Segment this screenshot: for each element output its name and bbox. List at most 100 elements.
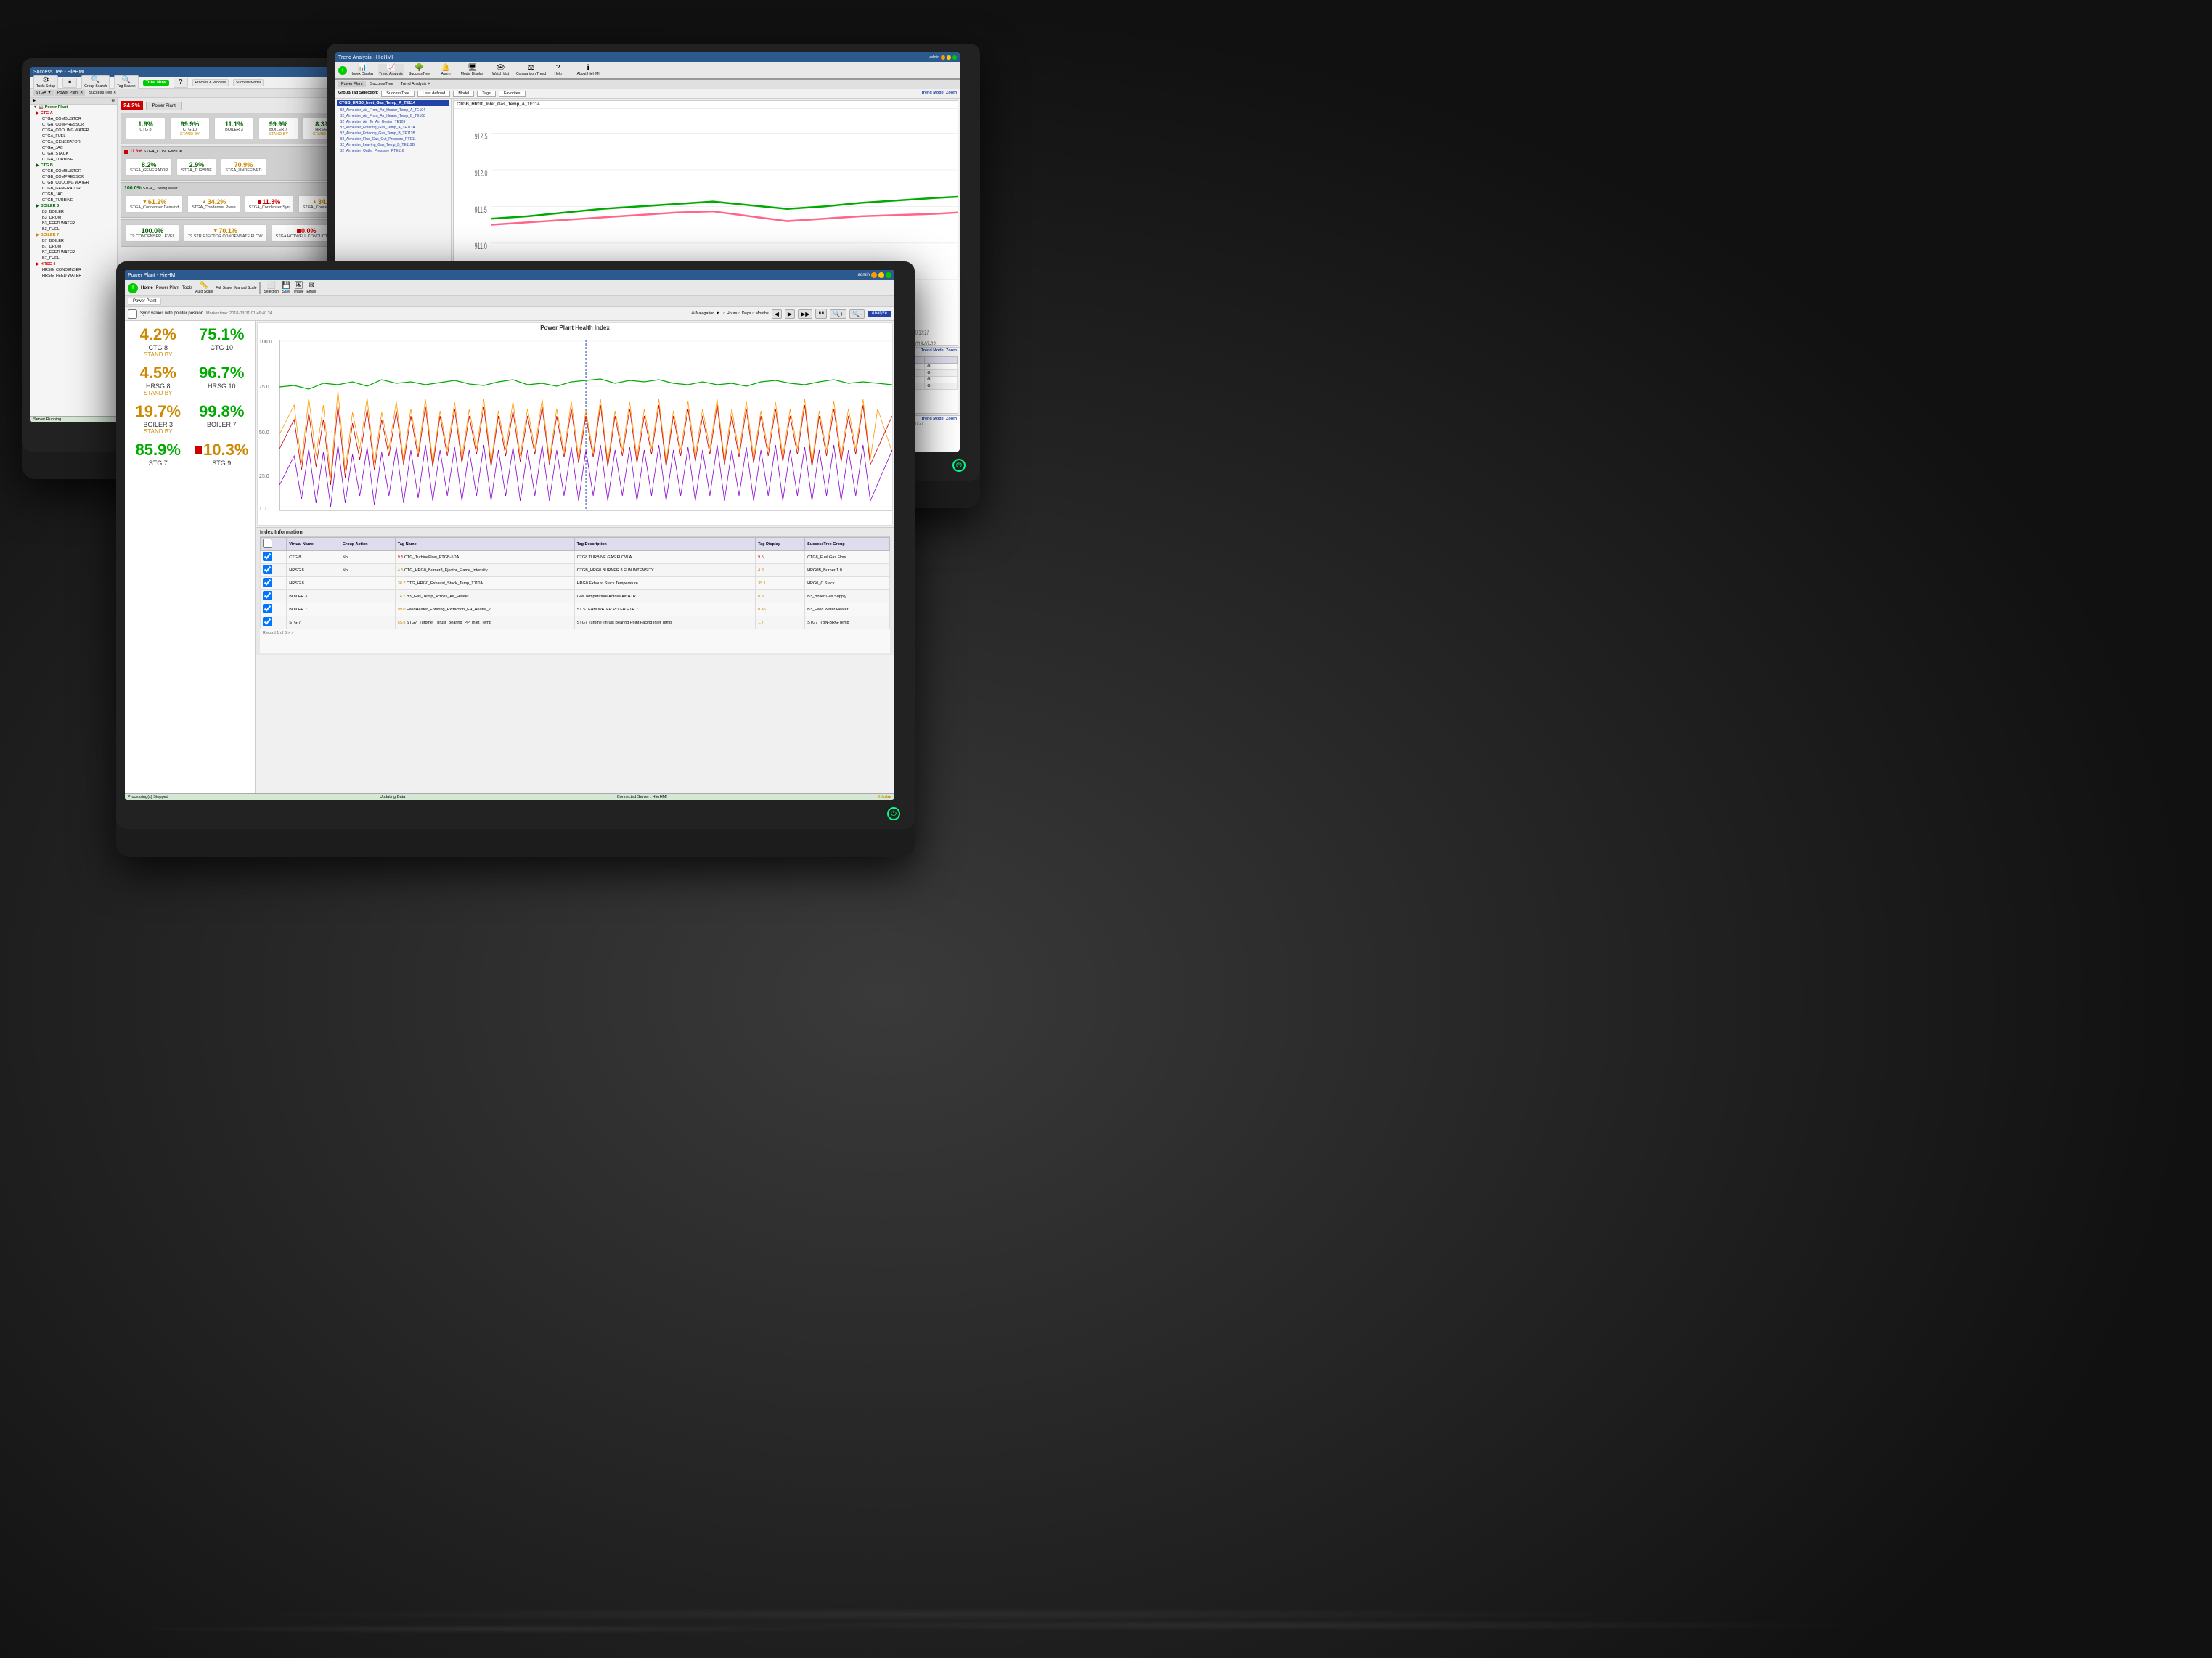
tree-ctgb-compressor[interactable]: CTGB_COMPRESSOR: [30, 174, 117, 180]
tools-nav[interactable]: Tools: [182, 286, 192, 290]
tree-b3-drum[interactable]: B3_DRUM: [30, 215, 117, 221]
user-defined-tab[interactable]: User defined: [417, 91, 450, 97]
tree-ctgb-turbine[interactable]: CTGB_TURBINE: [30, 197, 117, 203]
tab-power-plant[interactable]: Power Plant ✕: [55, 90, 86, 96]
tab-about[interactable]: ℹ About HieHMI: [570, 64, 606, 76]
nav-next[interactable]: ▶: [785, 309, 795, 319]
row2-check[interactable]: [263, 565, 272, 574]
power-plant-nav[interactable]: Power Plant: [156, 286, 179, 290]
favorites-tab[interactable]: Favorites: [499, 91, 526, 97]
row5-check[interactable]: [263, 604, 272, 613]
manual-scale-btn[interactable]: Manual Scale: [234, 286, 256, 290]
tree-hrsg4[interactable]: ▶ HRSG 4: [30, 261, 117, 267]
tree-hrsg-cond[interactable]: HRSG_CONDENSER: [30, 267, 117, 273]
nav-prev[interactable]: ◀: [772, 309, 782, 319]
tree-ctg-jac[interactable]: CTGA_JAC: [30, 145, 117, 151]
nav-play[interactable]: ▶▶: [798, 309, 812, 319]
tab-alarm[interactable]: 🔔 Alarm: [435, 64, 457, 76]
tab-power-plant-3[interactable]: Power Plant: [128, 298, 161, 305]
tree-ctg-cooling[interactable]: CTGA_COOLING WATER: [30, 128, 117, 134]
th-select-all[interactable]: [261, 538, 287, 551]
tree-b7-drum[interactable]: B7_DRUM: [30, 244, 117, 250]
row6-check[interactable]: [263, 617, 272, 626]
image-btn[interactable]: 🖼 Image: [294, 282, 304, 294]
nav-zoom-in[interactable]: 🔍+: [830, 309, 846, 319]
tree-b3-fuel[interactable]: B3_FUEL: [30, 226, 117, 232]
hrsg8-main-val: 4.5%: [129, 364, 187, 383]
tab-successtree[interactable]: SuccessTree ✕: [86, 90, 118, 96]
tree-boiler3[interactable]: ▶ BOILER 3: [30, 203, 117, 209]
model-tab[interactable]: Model: [453, 91, 474, 97]
chart-panel: Power Plant Health Index 100.0 75.0 50.0…: [256, 321, 894, 793]
tag-item-5[interactable]: B2_Airheater_Entering_Gas_Temp_B_TE111B: [337, 131, 449, 136]
tree-b7-feed[interactable]: B7_FEED WATER: [30, 250, 117, 256]
tree-boiler7[interactable]: ▶ BOILER 7: [30, 232, 117, 238]
tab-index-display[interactable]: 📊 Index Display: [350, 64, 375, 76]
full-scale-btn[interactable]: Full Scale: [216, 286, 232, 290]
toolbar-divider: [259, 282, 261, 294]
svg-text:75.0: 75.0: [259, 385, 269, 390]
tab-watch-list[interactable]: 👁 Watch List: [488, 64, 513, 76]
tree-ctg-turbine[interactable]: CTGA_TURBINE: [30, 157, 117, 163]
row1-check[interactable]: [263, 552, 272, 561]
tree-ctg-fuel[interactable]: CTGA_FUEL: [30, 134, 117, 139]
tree-b3-feed[interactable]: B3_FEED WATER: [30, 221, 117, 226]
tag-item-8[interactable]: B2_Airheater_Outlet_Pressure_PTE116: [337, 148, 449, 154]
tab-trend-analysis[interactable]: 📈 Trend Analysis: [378, 64, 404, 76]
tree-b7-fuel[interactable]: B7_FUEL: [30, 256, 117, 261]
select-all-checkbox[interactable]: [263, 539, 272, 548]
email-btn[interactable]: ✉ Email: [306, 282, 316, 294]
analyze-btn[interactable]: Analyze: [868, 311, 891, 317]
tag-item-2[interactable]: B2_Airheater_Air_From_Air_Heater_Temp_B_…: [337, 113, 449, 119]
st-sidebar: ▶⊕ ▼ 🏭 Power Plant ▶ CTG A CTGA_COMBUSTO…: [30, 98, 118, 416]
tab-model-display[interactable]: 🖥 Model Display: [460, 64, 485, 76]
successtree-tab[interactable]: SuccessTree: [381, 91, 415, 97]
selected-tag-label[interactable]: CTGB_HRG0_Inlet_Gas_Temp_A_TE114: [337, 100, 449, 106]
helper[interactable]: ?: [174, 78, 188, 88]
group-search[interactable]: 🔍 Group Search: [81, 75, 110, 90]
tab-comparison[interactable]: ⚖ Comparison Trend: [516, 64, 546, 76]
tree-ctg-generator[interactable]: CTGA_GENERATOR: [30, 139, 117, 145]
tree-b7-boiler[interactable]: B7_BOILER: [30, 238, 117, 244]
pause-btn[interactable]: ⏸: [62, 78, 77, 88]
tree-hrsg-feed[interactable]: HRSG_FEED WATER: [30, 273, 117, 279]
tree-b3-boiler[interactable]: B3_BOILER: [30, 209, 117, 215]
tree-ctgb-generator[interactable]: CTGB_GENERATOR: [30, 186, 117, 192]
tree-ctg-combustor[interactable]: CTGA_COMBUSTOR: [30, 116, 117, 122]
bc-power-plant-2[interactable]: Power Plant: [338, 81, 366, 87]
tree-ctg-a[interactable]: ▶ CTG A: [30, 110, 117, 116]
home-label[interactable]: Home: [141, 286, 153, 290]
tags-tab[interactable]: Tags: [477, 91, 496, 97]
kpi-stga-undef: 70.9% STGA_UNDEFINED: [221, 158, 266, 176]
success-model[interactable]: Success Model: [233, 79, 264, 86]
tree-ctgb-combustor[interactable]: CTGB_COMBUSTOR: [30, 168, 117, 174]
power-btn-3[interactable]: ⏻: [887, 807, 900, 820]
tools-setup[interactable]: ⚙ Tools Setup: [33, 75, 58, 90]
tree-power-plant[interactable]: ▼ 🏭 Power Plant: [30, 105, 117, 110]
process-process[interactable]: Process & Process: [192, 79, 229, 86]
bc-successtree-2[interactable]: SuccessTree: [367, 81, 396, 87]
tab-help[interactable]: ? Help: [549, 64, 567, 76]
bc-trend-2[interactable]: Trend Analysis ✕: [398, 81, 434, 87]
sync-pointer-checkbox[interactable]: [128, 309, 137, 319]
tag-item-1[interactable]: B2_Airheater_Air_From_Air_Heater_Temp_A_…: [337, 107, 449, 113]
selection-area[interactable]: ⬜ Selection: [264, 282, 279, 294]
tree-ctgb-jac[interactable]: CTGB_JAC: [30, 192, 117, 197]
tree-ctg-b[interactable]: ▶ CTG B: [30, 163, 117, 168]
tree-ctg-compressor[interactable]: CTGA_COMPRESSOR: [30, 122, 117, 128]
power-btn-2[interactable]: ⏻: [952, 459, 966, 472]
nav-pause[interactable]: ⏸⏸: [815, 309, 827, 319]
tag-item-3[interactable]: B2_Airheater_Air_To_Air_Heater_TE109: [337, 119, 449, 125]
tree-ctg-stack[interactable]: CTGA_STACK: [30, 151, 117, 157]
nav-zoom-out[interactable]: 🔍-: [849, 309, 865, 319]
tag-item-6[interactable]: B2_Airheater_Flue_Gas_Out_Pressure_PTE11: [337, 136, 449, 142]
row3-check[interactable]: [263, 578, 272, 587]
tab-successtree-2[interactable]: 🌳 SuccessTree: [407, 64, 432, 76]
tree-ctgb-cooling[interactable]: CTGB_COOLING WATER: [30, 180, 117, 186]
tag-item-4[interactable]: B2_Airheater_Entering_Gas_Temp_A_TE111A: [337, 125, 449, 131]
save-btn[interactable]: 💾 Save: [282, 282, 290, 294]
tag-search[interactable]: 🔍 Tag Search: [114, 75, 138, 90]
row4-check[interactable]: [263, 591, 272, 600]
tag-item-7[interactable]: B2_Airheater_Leaving_Gas_Temp_B_TE112B: [337, 142, 449, 148]
auto-scale-btn[interactable]: 📏 Auto Scale: [195, 282, 213, 294]
